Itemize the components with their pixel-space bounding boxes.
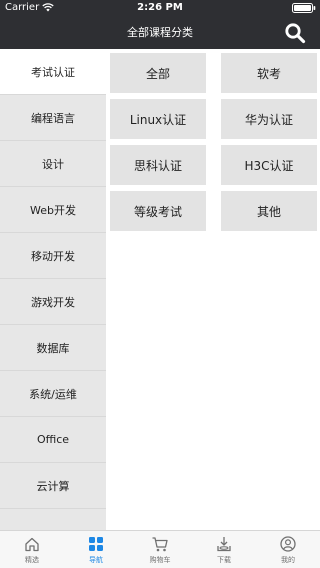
tab-label: 下载 [217,556,231,564]
tab-label: 我的 [281,556,295,564]
sidebar-item[interactable]: 系统/运维 [0,371,106,417]
sidebar-item-label: 云计算 [36,479,70,493]
search-button[interactable] [284,22,306,44]
category-chip[interactable]: 等级考试 [110,191,206,231]
category-sidebar: 考试认证编程语言设计 Web开发移动开发游戏开发数据库系统/运维 Office 云计算 [0,49,106,530]
title-bar: 全部课程分类 [0,16,320,49]
sidebar-item[interactable]: Office [0,417,106,463]
tab-label: 精选 [25,556,39,564]
sidebar-item[interactable]: Web开发 [0,187,106,233]
tab-download[interactable]: 下载 [192,531,256,568]
grid-icon [89,537,103,551]
category-chip-label: H3C认证 [244,158,294,173]
tab-label: 购物车 [149,556,171,564]
sidebar-item[interactable]: 云计算 [0,463,106,509]
home-icon [25,537,39,552]
category-chip[interactable]: 华为认证 [221,99,317,139]
bottom-tab-bar: 精选 导航 购物车 下载 我的 [0,530,320,568]
sidebar-item[interactable]: 考试认证 [0,49,106,95]
tab-grid[interactable]: 导航 [64,531,128,568]
battery-icon [292,3,316,13]
sidebar-item[interactable]: 游戏开发 [0,279,106,325]
sidebar-item-label: 数据库 [36,341,70,355]
sidebar-item[interactable]: 数据库 [0,325,106,371]
profile-icon [280,536,296,552]
category-chip[interactable]: 软考 [221,53,317,93]
sidebar-item-label: 设计 [42,157,64,171]
category-chip-label: 等级考试 [133,204,182,219]
sidebar-item-label: Web开发 [30,203,76,217]
tab-label: 导航 [89,556,103,564]
category-chip[interactable]: 全部 [110,53,206,93]
category-chip[interactable]: 其他 [221,191,317,231]
category-chip-label: 软考 [256,66,281,81]
sidebar-item-label: 考试认证 [31,65,75,79]
sidebar-item-label: 游戏开发 [31,295,75,309]
tab-home[interactable]: 精选 [0,531,64,568]
tab-cart[interactable]: 购物车 [128,531,192,568]
category-chip-label: 华为认证 [244,112,293,127]
category-chip-label: 全部 [145,66,170,81]
status-time: 2:26 PM [137,2,183,13]
page-title: 全部课程分类 [127,26,193,39]
category-chip-label: 思科认证 [133,158,182,173]
download-icon [217,537,231,552]
category-chip-label: 其他 [256,204,281,219]
sidebar-item-label: 移动开发 [31,249,75,263]
sidebar-item-label: Office [36,433,70,446]
tab-profile[interactable]: 我的 [256,531,320,568]
sidebar-item[interactable]: 设计 [0,141,106,187]
cart-icon [152,537,168,552]
category-chip[interactable]: Linux认证 [110,99,206,139]
sidebar-item-label: 系统/运维 [29,387,77,401]
status-bar: Carrier 2:26 PM [0,0,320,16]
category-chip-label: Linux认证 [129,112,187,127]
search-icon [285,23,306,44]
sidebar-item[interactable]: 移动开发 [0,233,106,279]
sidebar-item[interactable]: 编程语言 [0,95,106,141]
category-chip[interactable]: H3C认证 [221,145,317,185]
sidebar-item-label: 编程语言 [31,111,75,125]
category-chip[interactable]: 思科认证 [110,145,206,185]
app-header: Carrier 2:26 PM 全部课程分类 [0,0,320,49]
